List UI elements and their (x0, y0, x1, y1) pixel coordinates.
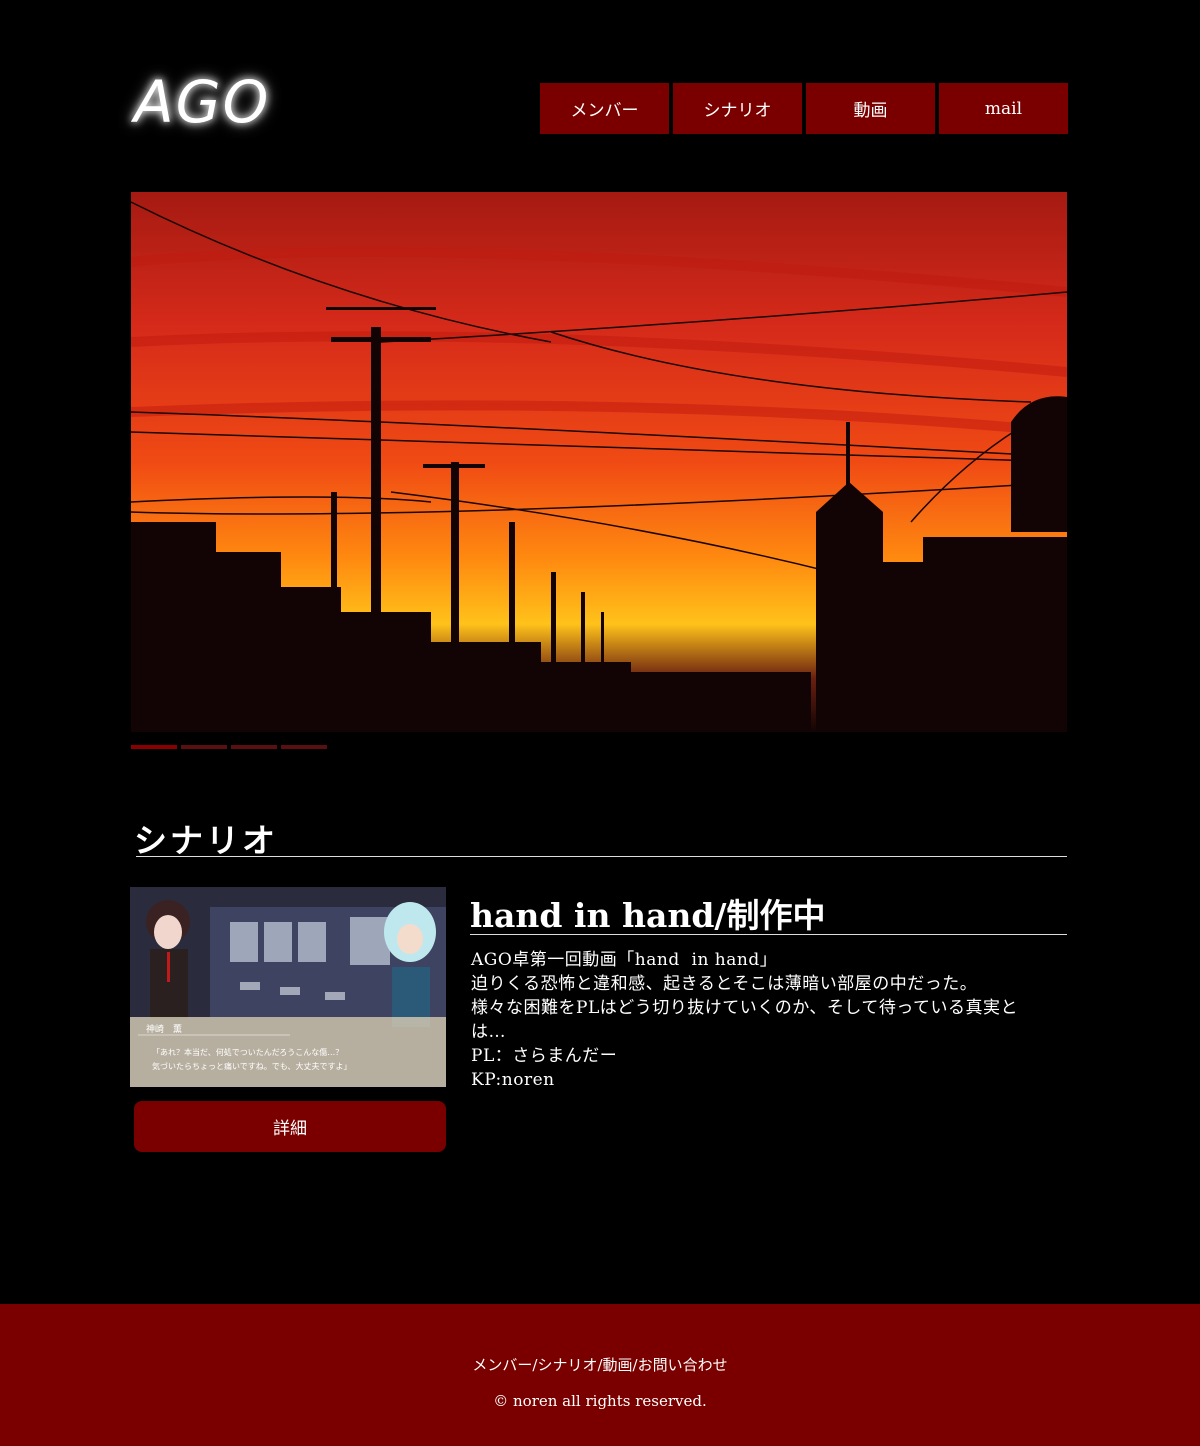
section-title: シナリオ (134, 821, 278, 860)
scenario-thumbnail-illustration: 神崎 薫 「あれ？本当だ、何処でついたんだろうこんな傷…？ 気づいたらちょっと痛… (130, 887, 446, 1087)
slide-dot-3[interactable] (231, 745, 277, 749)
footer-links: メンバー/シナリオ/動画/お問い合わせ (0, 1354, 1200, 1375)
footer-link-contact[interactable]: お問い合わせ (638, 1356, 728, 1374)
site-logo[interactable]: AGO (134, 68, 270, 136)
main-nav: メンバー シナリオ 動画 mail (540, 83, 1068, 134)
slide-dot-2[interactable] (181, 745, 227, 749)
detail-button[interactable]: 詳細 (134, 1101, 446, 1152)
footer: メンバー/シナリオ/動画/お問い合わせ © noren all rights r… (0, 1304, 1200, 1446)
slide-indicators (131, 745, 327, 749)
entry-title: hand in hand/制作中 (470, 896, 826, 935)
description-line: は… (471, 1022, 506, 1042)
nav-video[interactable]: 動画 (806, 83, 935, 134)
slide-dot-4[interactable] (281, 745, 327, 749)
thumbnail-speaker-name: 神崎 薫 (146, 1023, 182, 1035)
description-line: KP:noren (471, 1070, 555, 1090)
copyright: © noren all rights reserved. (493, 1392, 707, 1410)
entry-description: AGO卓第一回動画「hand in hand」 迫りくる恐怖と違和感、起きるとそ… (471, 948, 1061, 1092)
description-line: 迫りくる恐怖と違和感、起きるとそこは薄暗い部屋の中だった。 (471, 974, 978, 994)
nav-members[interactable]: メンバー (540, 83, 669, 134)
slide-dot-1[interactable] (131, 745, 177, 749)
hero-slideshow-image (131, 192, 1067, 732)
footer-link-members[interactable]: メンバー (472, 1356, 532, 1374)
thumbnail-dialogue-line-1: 「あれ？本当だ、何処でついたんだろうこんな傷…？ (152, 1047, 343, 1057)
sunset-street-illustration (131, 192, 1067, 732)
description-line: PL：さらまんだー (471, 1046, 618, 1066)
footer-link-video[interactable]: 動画 (603, 1356, 633, 1374)
nav-mail[interactable]: mail (939, 83, 1068, 134)
description-line: AGO卓第一回動画「hand in hand」 (471, 950, 778, 970)
section-divider (136, 856, 1067, 857)
nav-scenario[interactable]: シナリオ (673, 83, 802, 134)
entry-divider (470, 934, 1067, 935)
thumbnail-dialogue-line-2: 気づいたらちょっと痛いですね。でも、大丈夫ですよ」 (152, 1061, 352, 1071)
description-line: 様々な困難をPLはどう切り抜けていくのか、そして待っている真実と (471, 998, 1019, 1018)
scenario-thumbnail[interactable]: 神崎 薫 「あれ？本当だ、何処でついたんだろうこんな傷…？ 気づいたらちょっと痛… (130, 887, 446, 1087)
footer-link-scenario[interactable]: シナリオ (537, 1356, 597, 1374)
